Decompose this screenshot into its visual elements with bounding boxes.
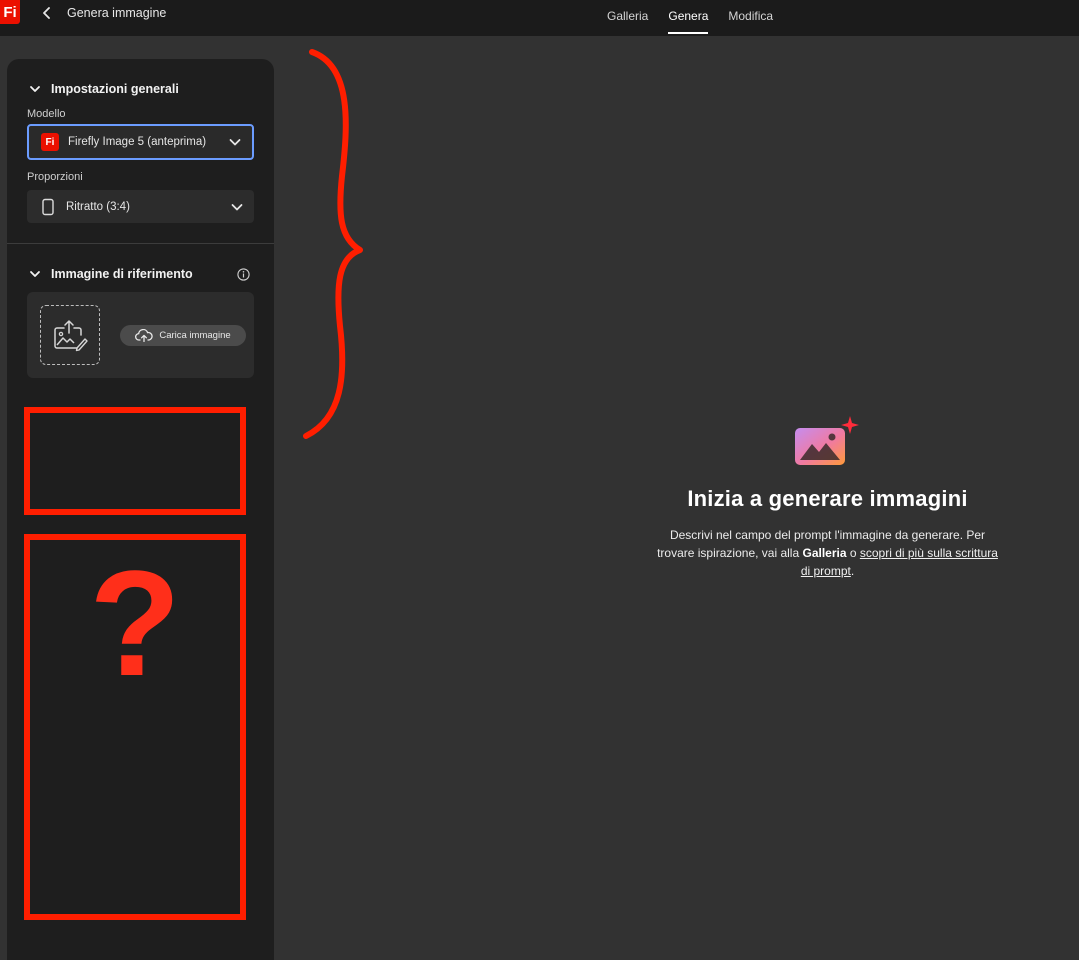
- page-title: Genera immagine: [67, 6, 167, 20]
- model-value: Firefly Image 5 (anteprima): [68, 136, 207, 148]
- chevron-left-icon: [43, 7, 50, 19]
- generate-image-icon: [795, 416, 859, 465]
- empty-state-description: Descrivi nel campo del prompt l'immagine…: [657, 526, 998, 580]
- firefly-model-icon: Fi: [41, 133, 59, 151]
- settings-sidebar: Impostazioni generali Modello Fi Firefly…: [7, 59, 274, 960]
- chevron-down-icon: [229, 139, 241, 146]
- section-title: Impostazioni generali: [51, 82, 179, 96]
- tab-genera[interactable]: Genera: [658, 0, 718, 36]
- section-divider: [7, 243, 274, 244]
- reference-image-dropzone[interactable]: [40, 305, 100, 365]
- ratio-value: Ritratto (3:4): [66, 200, 130, 213]
- model-select[interactable]: Fi Firefly Image 5 (anteprima): [27, 124, 254, 160]
- chevron-down-icon: [231, 203, 243, 210]
- firefly-logo[interactable]: Fi: [0, 0, 20, 24]
- section-title: Immagine di riferimento: [51, 267, 193, 281]
- reference-image-card: Carica immagine: [27, 292, 254, 378]
- upload-image-label: Carica immagine: [159, 330, 231, 341]
- general-settings-header[interactable]: Impostazioni generali: [29, 82, 179, 96]
- portrait-icon: [42, 198, 54, 215]
- desc-text: .: [850, 564, 855, 578]
- model-label: Modello: [27, 108, 66, 120]
- tab-galleria[interactable]: Galleria: [597, 0, 658, 36]
- info-icon[interactable]: [237, 268, 250, 281]
- back-button[interactable]: [38, 4, 56, 22]
- cloud-upload-icon: [135, 329, 154, 342]
- empty-state-title: Inizia a generare immagini: [687, 486, 968, 511]
- aspect-ratio-select[interactable]: Ritratto (3:4): [27, 190, 254, 223]
- annotation-curly-brace: [303, 49, 363, 439]
- tab-modifica[interactable]: Modifica: [718, 0, 783, 36]
- desc-gallery: Galleria: [802, 546, 847, 560]
- top-bar: Fi Genera immagine Galleria Genera Modif…: [0, 0, 1079, 36]
- chevron-down-icon: [30, 271, 40, 277]
- chevron-down-icon: [30, 86, 40, 92]
- ratio-label: Proporzioni: [27, 171, 83, 183]
- desc-text: o: [846, 546, 860, 560]
- main-tabs: Galleria Genera Modifica: [597, 0, 783, 36]
- reference-image-header[interactable]: Immagine di riferimento: [29, 267, 193, 281]
- upload-image-button[interactable]: Carica immagine: [120, 325, 246, 346]
- image-upload-icon: [54, 320, 88, 352]
